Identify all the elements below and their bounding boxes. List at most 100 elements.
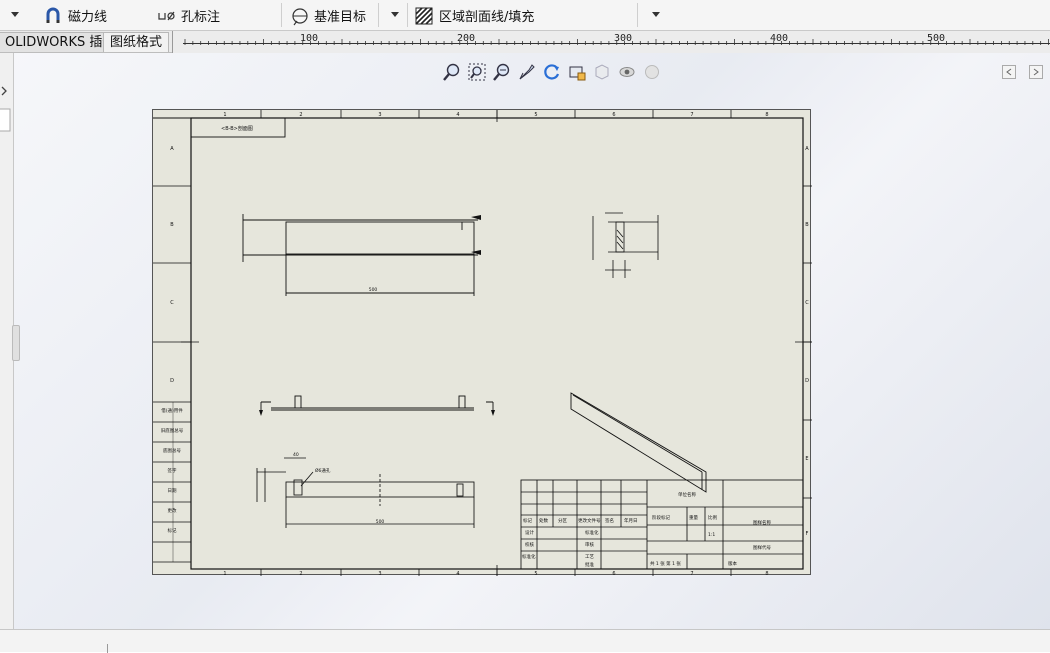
- hole-callout-label: 孔标注: [181, 10, 221, 25]
- tb-row: 校核: [525, 541, 534, 548]
- zoom-to-area-icon[interactable]: [467, 62, 487, 82]
- area-hatch-button[interactable]: 区域剖面线/填充: [415, 0, 534, 31]
- svg-text:5: 5: [534, 571, 537, 576]
- drawing-note: <B-B>剖面图: [221, 125, 253, 132]
- svg-text:5: 5: [534, 112, 537, 118]
- hide-show-icon[interactable]: [617, 62, 637, 82]
- hole-callout-icon: [157, 7, 175, 25]
- display-style-icon[interactable]: [592, 62, 612, 82]
- tb-row: 标准化: [585, 529, 599, 536]
- svg-text:A: A: [805, 146, 809, 152]
- svg-text:2: 2: [299, 571, 302, 576]
- svg-text:D: D: [170, 378, 174, 384]
- dim-detail-top: 40: [293, 452, 299, 458]
- ruler-label: 200: [457, 33, 476, 44]
- svg-text:8: 8: [765, 571, 768, 576]
- chevron-down-icon[interactable]: [652, 12, 660, 17]
- tb-sheet-info: 共 1 张 第 1 张: [650, 560, 681, 567]
- datum-target-button[interactable]: 基准目标: [290, 0, 366, 31]
- tb-header: 处数: [539, 517, 548, 524]
- tb-header: 标记: [523, 517, 532, 524]
- command-manager-ribbon: 磁力线 孔标注 基准目标 区域剖面线/填充: [0, 0, 1050, 31]
- strip-label: 标记: [168, 527, 177, 534]
- window-close-button[interactable]: [1029, 65, 1043, 79]
- svg-text:B: B: [805, 222, 809, 228]
- tb-header: 年月日: [624, 517, 638, 524]
- heads-up-view-toolbar: [442, 61, 662, 83]
- zone-number: 1: [223, 112, 226, 118]
- graphics-area[interactable]: 1 2 3 4 5 6 7 8 1 2 3 4 5 6 7 8 A B C D E F A B C D 借(通)用…: [0, 53, 1050, 629]
- title-company: 单位名称: [678, 491, 696, 498]
- strip-label: 底图总号: [163, 447, 181, 454]
- horizontal-ruler: 100 200 300 400 500: [172, 31, 1050, 53]
- tab-sheet-format[interactable]: 图纸格式: [103, 32, 170, 52]
- tb-header: 分区: [558, 517, 567, 524]
- chevron-down-icon[interactable]: [11, 12, 19, 17]
- zoom-to-fit-icon[interactable]: [442, 62, 462, 82]
- svg-text:6: 6: [612, 112, 615, 118]
- svg-text:6: 6: [612, 571, 615, 576]
- svg-text:C: C: [170, 300, 174, 306]
- svg-text:1: 1: [223, 571, 226, 576]
- svg-text:C: C: [805, 300, 809, 306]
- svg-text:B: B: [170, 222, 174, 228]
- tb-version: 版本: [728, 560, 737, 567]
- window-restore-button[interactable]: [1002, 65, 1016, 79]
- tb-scale: 比例: [708, 514, 717, 521]
- ruler-label: 500: [927, 33, 946, 44]
- title-drawing-name: 图样名称: [753, 519, 771, 526]
- view-orientation-icon[interactable]: [567, 62, 587, 82]
- chevron-down-icon[interactable]: [391, 12, 399, 17]
- tb-weight: 重量: [689, 514, 698, 521]
- tab-row: OLIDWORKS 插件 图纸格式 100 200 300 400 500: [0, 31, 1050, 53]
- area-hatch-icon: [415, 6, 433, 25]
- svg-text:7: 7: [690, 571, 693, 576]
- hole-callout-button[interactable]: 孔标注: [157, 0, 220, 31]
- svg-text:3: 3: [378, 571, 381, 576]
- ruler-label: 100: [300, 33, 319, 44]
- strip-label: 旧底图总号: [161, 427, 184, 434]
- dim-front-length: 500: [369, 287, 378, 293]
- svg-text:4: 4: [456, 112, 459, 118]
- panel-collapse-handle[interactable]: [12, 325, 20, 361]
- svg-text:F: F: [806, 531, 809, 537]
- datum-target-label: 基准目标: [314, 10, 367, 25]
- magnet-line-icon: [44, 7, 62, 25]
- tb-scale-value: 1:1: [708, 532, 715, 538]
- svg-text:3: 3: [378, 112, 381, 118]
- dim-bottom-length: 500: [376, 519, 385, 525]
- svg-text:4: 4: [456, 571, 459, 576]
- pan-icon[interactable]: [517, 62, 537, 82]
- svg-text:E: E: [805, 456, 808, 462]
- status-bar: [0, 629, 1050, 653]
- strip-label: 签字: [168, 467, 177, 474]
- title-drawing-no: 图样代号: [753, 544, 771, 551]
- zoom-in-out-icon[interactable]: [492, 62, 512, 82]
- svg-text:D: D: [805, 378, 809, 384]
- tb-header: 更改文件号: [578, 517, 601, 524]
- magnet-line-button[interactable]: 磁力线: [44, 0, 107, 31]
- strip-label: 借(通)用件: [161, 407, 183, 414]
- strip-label: 日期: [168, 488, 177, 494]
- tb-row: 标准化: [522, 553, 536, 560]
- svg-text:A: A: [170, 146, 174, 152]
- strip-label: 更改: [168, 507, 177, 514]
- rotate-icon[interactable]: [542, 62, 562, 82]
- ruler-label: 400: [770, 33, 789, 44]
- tb-header: 签名: [605, 517, 614, 524]
- tb-row: 设计: [525, 529, 534, 536]
- svg-text:7: 7: [690, 112, 693, 118]
- area-hatch-label: 区域剖面线/填充: [439, 10, 535, 25]
- dim-detail-hole: Ø6通孔: [315, 467, 331, 474]
- svg-text:8: 8: [765, 112, 768, 118]
- drawing-sheet[interactable]: 1 2 3 4 5 6 7 8 1 2 3 4 5 6 7 8 A B C D E F A B C D 借(通)用…: [152, 109, 812, 576]
- tb-stage: 阶段标记: [652, 514, 670, 521]
- ruler-label: 300: [614, 33, 633, 44]
- magnet-line-label: 磁力线: [68, 10, 108, 25]
- svg-text:2: 2: [299, 112, 302, 118]
- appearance-icon[interactable]: [642, 62, 662, 82]
- tb-row: 工艺: [585, 554, 594, 560]
- tb-row: 审核: [585, 541, 594, 548]
- datum-target-icon: [290, 7, 308, 25]
- tb-row: 批准: [585, 561, 594, 568]
